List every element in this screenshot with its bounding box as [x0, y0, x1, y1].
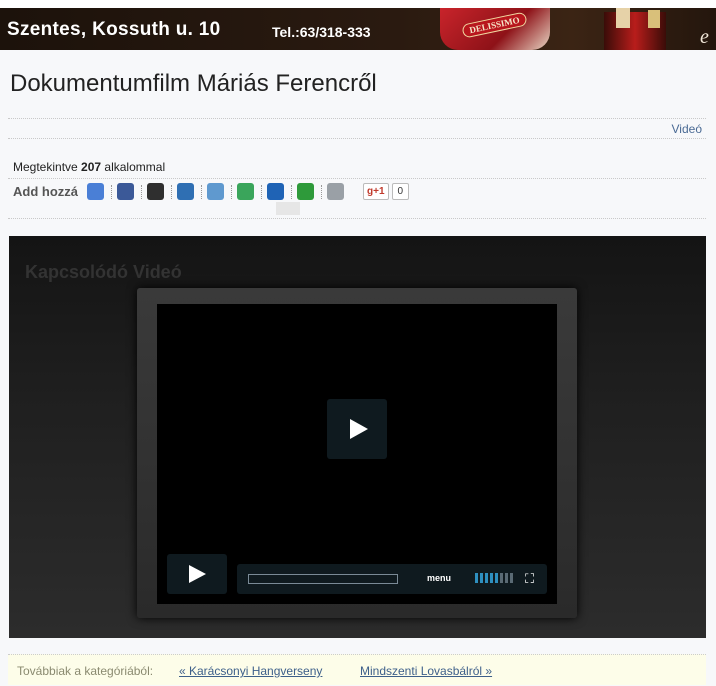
related-video-title: Kapcsolódó Videó [25, 262, 182, 282]
reddit-icon[interactable] [207, 183, 224, 200]
brand-logo: DELISSIMO [461, 11, 528, 39]
icon-separator [321, 184, 323, 199]
play-icon [189, 565, 206, 583]
icon-separator [141, 184, 143, 199]
views-prefix: Megtekintve [13, 160, 78, 174]
progress-bar[interactable] [248, 574, 398, 584]
icon-separator [201, 184, 203, 199]
icon-separator [291, 184, 293, 199]
volume-bar [505, 573, 508, 583]
delicious-icon[interactable] [147, 183, 164, 200]
category-navigation: Továbbiak a kategóriából: « Karácsonyi H… [8, 654, 706, 685]
previous-post-link[interactable]: « Karácsonyi Hangverseny [179, 664, 322, 678]
control-bar: menu ⛶ [237, 564, 547, 594]
stumbleupon-icon[interactable] [237, 183, 254, 200]
volume-bar [500, 573, 503, 583]
menu-button[interactable]: menu [427, 573, 451, 583]
video-player-area: Kapcsolódó Videó menu ⛶ [9, 236, 706, 638]
video-frame: menu ⛶ [137, 288, 577, 618]
video-screen[interactable]: menu ⛶ [157, 304, 557, 604]
content-area: Dokumentumfilm Máriás Ferencről Videó Me… [0, 50, 716, 686]
header-banner: Szentes, Kossuth u. 10 Tel.:63/318-333 D… [0, 8, 716, 50]
icon-separator [261, 184, 263, 199]
share-icon-row: g+1 0 [87, 183, 410, 200]
banner-script-letter: e [700, 26, 709, 48]
placeholder-box [276, 202, 300, 215]
play-icon [350, 419, 368, 439]
store-address: Szentes, Kossuth u. 10 [7, 19, 221, 40]
icon-separator [171, 184, 173, 199]
google-bookmarks-icon[interactable] [87, 183, 104, 200]
divider [8, 138, 706, 139]
volume-bar [480, 573, 483, 583]
candy-piece-image [648, 10, 660, 28]
volume-bar [485, 573, 488, 583]
next-post-link[interactable]: Mindszenti Lovasbálról » [360, 664, 492, 678]
big-play-button[interactable] [327, 399, 387, 459]
google-plus-count: 0 [391, 183, 410, 200]
icon-separator [231, 184, 233, 199]
view-count: Megtekintve 207 alkalommal [13, 160, 165, 174]
link-icon[interactable] [327, 183, 344, 200]
divider [8, 178, 706, 179]
iwiw-icon[interactable] [267, 183, 284, 200]
volume-bar [475, 573, 478, 583]
icon-separator [111, 184, 113, 199]
play-button[interactable] [167, 554, 227, 594]
views-suffix: alkalommal [104, 160, 166, 174]
divider [8, 218, 706, 219]
candy-piece-image [616, 8, 630, 28]
share-label: Add hozzá [13, 184, 78, 199]
volume-bar [510, 573, 513, 583]
chocolate-box-image: DELISSIMO [440, 8, 550, 50]
facebook-icon[interactable] [117, 183, 134, 200]
google-plus-button[interactable]: g+1 [363, 183, 389, 200]
views-number: 207 [81, 160, 102, 174]
fullscreen-icon[interactable]: ⛶ [525, 571, 534, 587]
volume-bar [495, 573, 498, 583]
volume-slider[interactable] [475, 573, 515, 583]
store-phone: Tel.:63/318-333 [272, 24, 371, 40]
category-link[interactable]: Videó [672, 122, 702, 136]
more-from-category-label: Továbbiak a kategóriából: [17, 664, 154, 678]
myspace-icon[interactable] [177, 183, 194, 200]
chat-icon[interactable] [297, 183, 314, 200]
divider [8, 118, 706, 119]
volume-bar [490, 573, 493, 583]
page-title: Dokumentumfilm Máriás Ferencről [10, 70, 377, 97]
